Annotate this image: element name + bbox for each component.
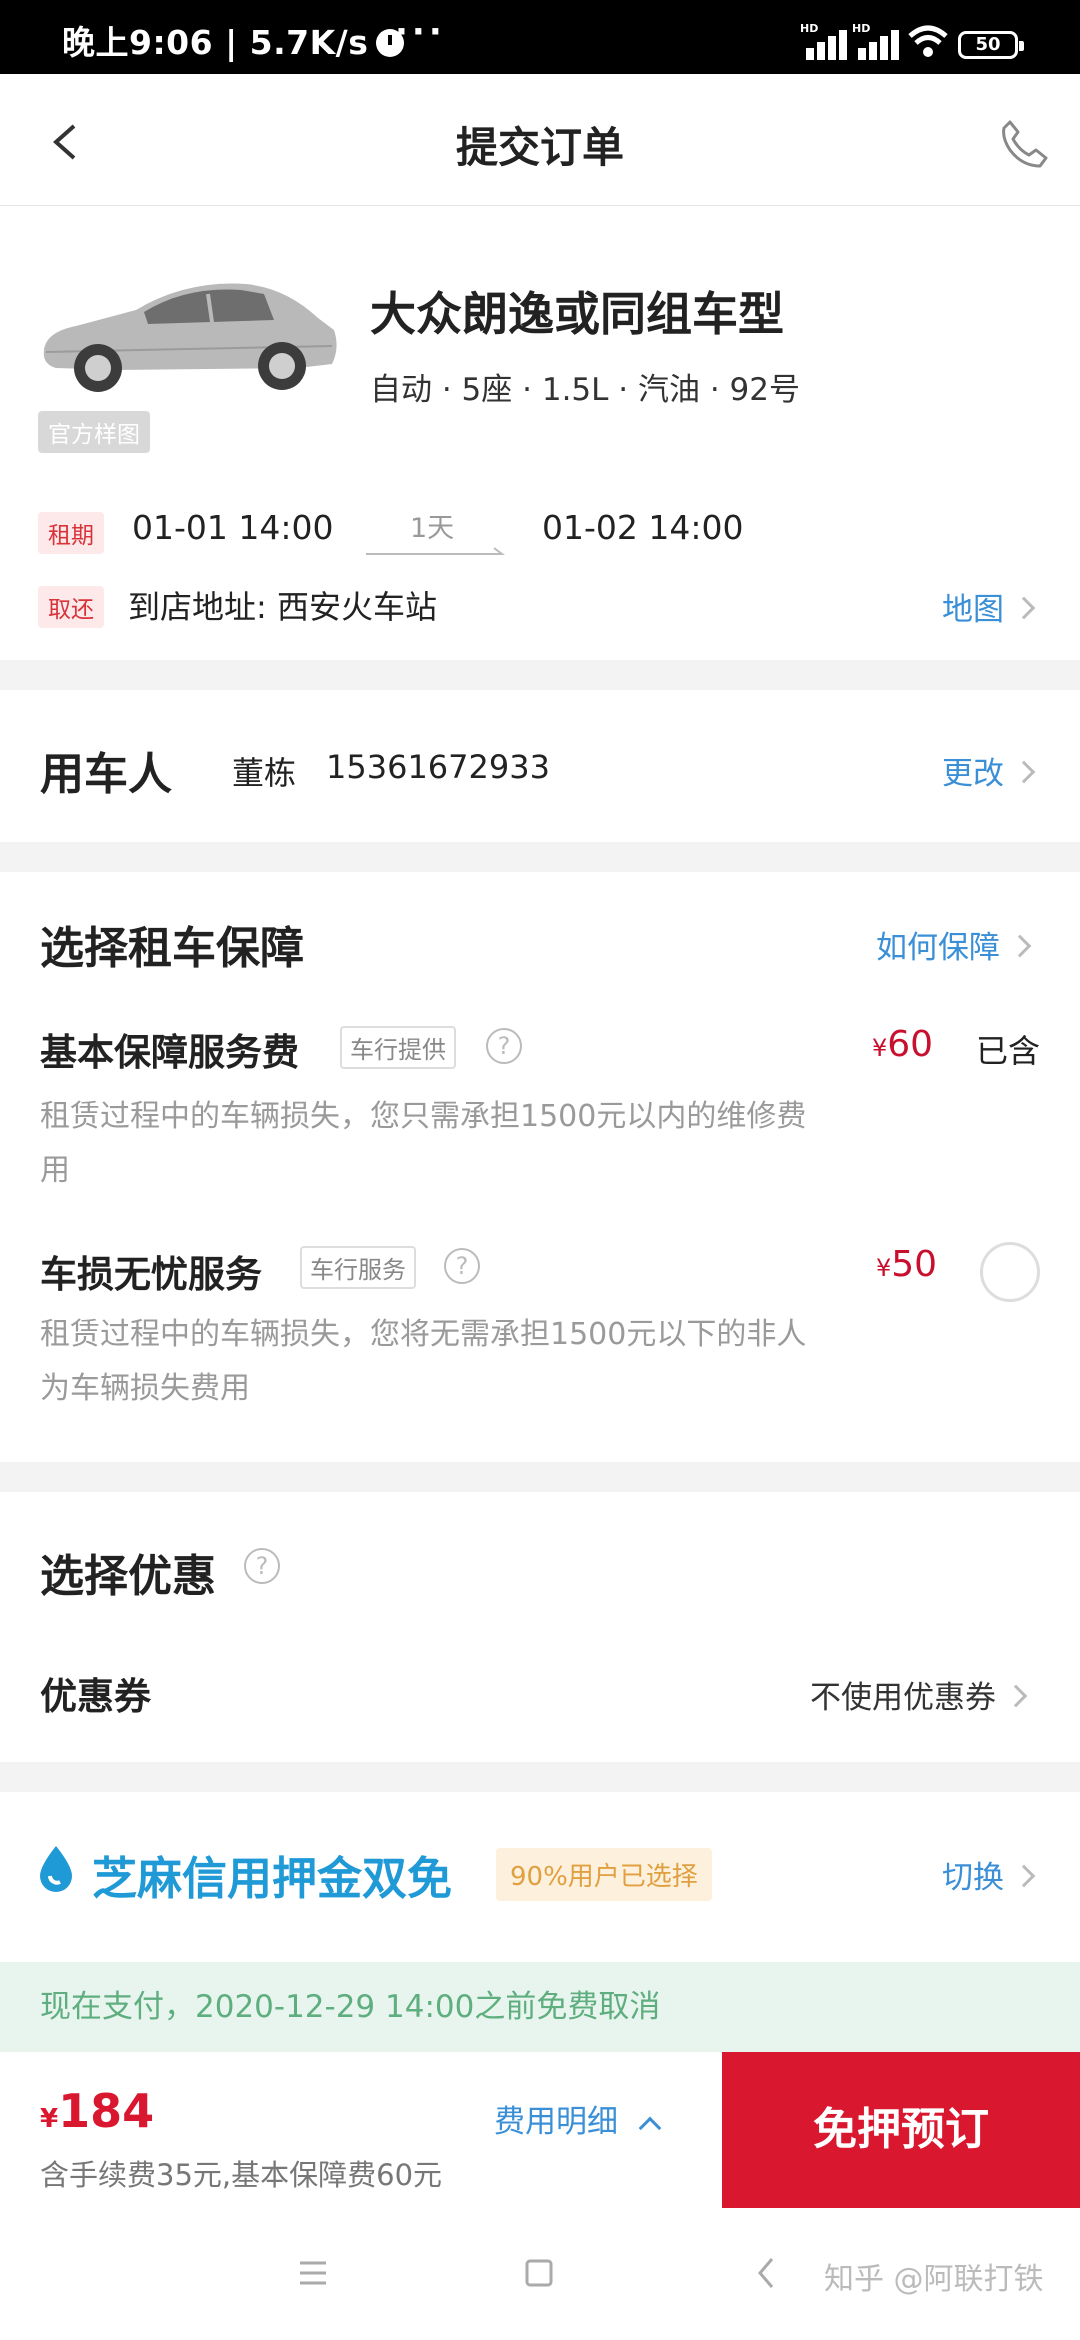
total-price: ¥184: [40, 2084, 155, 2138]
change-driver-link[interactable]: 更改: [942, 748, 1036, 793]
book-button[interactable]: 免押预订: [722, 2052, 1080, 2208]
store-address: 到店地址: 西安火车站: [128, 588, 437, 626]
damage-waiver-title: 车损无忧服务: [40, 1253, 262, 1296]
basic-insurance-included: 已含: [976, 1032, 1041, 1070]
status-bar: 晚上9:06 | 5.7K/s ··· HD HD 50: [0, 0, 1080, 74]
insurance-card: 选择租车保障 如何保障 基本保障服务费 车行提供 ? ¥60 已含 租赁过程中的…: [0, 872, 1080, 1462]
help-icon[interactable]: ?: [244, 1548, 280, 1584]
battery-icon: 50: [958, 31, 1024, 59]
driver-card: 用车人 董栋 15361672933 更改: [0, 690, 1080, 842]
chevron-right-icon: [1012, 760, 1036, 784]
basic-insurance-title: 基本保障服务费: [40, 1031, 299, 1074]
wifi-icon: [908, 25, 948, 57]
duration-arrow-icon: [366, 547, 505, 555]
system-back-icon[interactable]: [756, 2256, 776, 2290]
basic-insurance-tag: 车行提供: [340, 1026, 456, 1069]
basic-insurance-desc: 租赁过程中的车辆损失，您只需承担1500元以内的维修费用: [40, 1099, 807, 1188]
signal-icon: HD: [800, 22, 852, 60]
credit-title: 芝麻信用押金双免: [92, 1852, 453, 1905]
damage-waiver-desc: 租赁过程中的车辆损失，您将无需承担1500元以下的非人为车辆损失费用: [40, 1317, 807, 1406]
driver-label: 用车人: [40, 749, 172, 800]
status-time: 晚上9:06 | 5.7K/s: [62, 16, 405, 64]
car-card: 官方样图 大众朗逸或同组车型 自动 · 5座 · 1.5L · 汽油 · 92号…: [0, 206, 1080, 660]
system-nav-bar: 知乎 @阿联打铁: [0, 2208, 1080, 2340]
official-image-tag: 官方样图: [38, 411, 150, 453]
car-name: 大众朗逸或同组车型: [370, 287, 784, 341]
switch-link[interactable]: 切换: [942, 1852, 1036, 1897]
rent-period-tag: 租期: [38, 512, 104, 554]
chevron-right-icon: [1012, 1864, 1036, 1888]
pickup-tag: 取还: [38, 586, 104, 628]
driver-name: 董栋: [232, 754, 297, 792]
phone-icon[interactable]: [998, 118, 1050, 170]
start-time: 01-01 14:00: [132, 508, 334, 547]
discount-card: 选择优惠 ? 优惠券 不使用优惠券: [0, 1492, 1080, 1762]
top-nav: 提交订单: [0, 74, 1080, 206]
cancel-notice: 现在支付，2020-12-29 14:00之前免费取消: [0, 1962, 1080, 2052]
credit-badge: 90%用户已选择: [496, 1848, 712, 1901]
insurance-title: 选择租车保障: [40, 923, 304, 974]
how-insurance-link[interactable]: 如何保障: [876, 922, 1032, 967]
menu-icon[interactable]: [298, 2260, 328, 2286]
discount-title: 选择优惠: [40, 1551, 216, 1602]
rent-duration: 1天: [410, 513, 455, 544]
fee-detail-link[interactable]: 费用明细: [494, 2096, 662, 2141]
chevron-right-icon: [1008, 934, 1032, 958]
chevron-up-icon: [638, 2116, 662, 2140]
basic-insurance-price: ¥60: [872, 1024, 934, 1065]
damage-waiver-radio[interactable]: [980, 1242, 1040, 1302]
credit-card: 芝麻信用押金双免 90%用户已选择 切换: [0, 1792, 1080, 1962]
car-specs: 自动 · 5座 · 1.5L · 汽油 · 92号: [370, 372, 800, 408]
fee-summary: 含手续费35元,基本保障费60元: [40, 2158, 443, 2192]
home-icon[interactable]: [524, 2258, 554, 2288]
page-title: 提交订单: [455, 123, 624, 172]
end-time: 01-02 14:00: [542, 508, 744, 547]
driver-phone: 15361672933: [326, 748, 550, 786]
coupon-label: 优惠券: [40, 1675, 151, 1718]
damage-waiver-price: ¥50: [876, 1244, 938, 1285]
damage-waiver-tag: 车行服务: [300, 1246, 416, 1289]
chevron-right-icon: [1012, 596, 1036, 620]
zhima-drop-icon: [40, 1846, 72, 1892]
map-link[interactable]: 地图: [942, 584, 1036, 629]
watermark: 知乎 @阿联打铁: [824, 2262, 1044, 2297]
more-status-icon: ···: [395, 12, 446, 52]
chevron-right-icon: [1004, 1684, 1028, 1708]
car-image: [43, 283, 337, 392]
help-icon[interactable]: ?: [444, 1248, 480, 1284]
bottom-bar: ¥184 费用明细 含手续费35元,基本保障费60元 免押预订: [0, 2052, 1080, 2208]
coupon-selector[interactable]: 不使用优惠券: [810, 1672, 1028, 1717]
signal-icon-2: HD: [852, 22, 904, 60]
help-icon[interactable]: ?: [486, 1028, 522, 1064]
